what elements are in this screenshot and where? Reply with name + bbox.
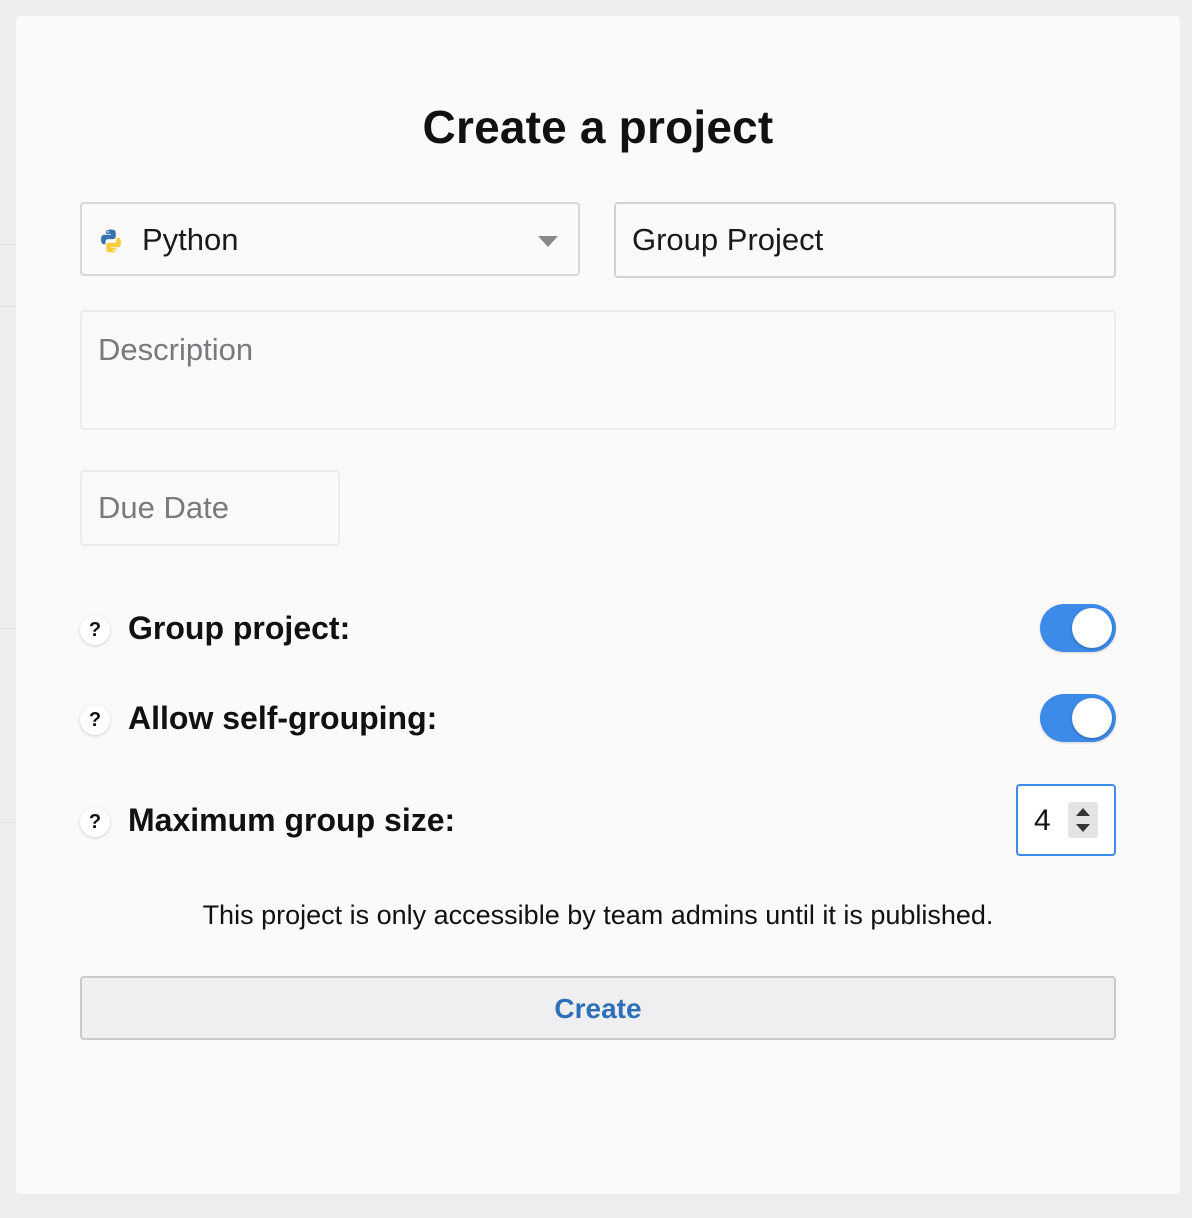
- max-group-size-row: ? Maximum group size: 4: [80, 784, 1116, 856]
- toggle-knob: [1072, 608, 1112, 648]
- max-group-size-stepper[interactable]: 4: [1016, 784, 1116, 856]
- create-button[interactable]: Create: [80, 976, 1116, 1040]
- background-divider: [0, 822, 16, 823]
- group-project-toggle[interactable]: [1040, 604, 1116, 652]
- stepper-value: 4: [1034, 804, 1051, 837]
- description-placeholder: Description: [98, 332, 254, 367]
- group-project-label: Group project:: [128, 610, 351, 646]
- background-divider: [0, 244, 16, 245]
- project-name-input[interactable]: Group Project: [614, 202, 1116, 278]
- due-date-placeholder: Due Date: [98, 490, 229, 525]
- python-icon: [101, 229, 121, 253]
- chevron-down-icon: [538, 236, 558, 247]
- due-date-input[interactable]: Due Date: [80, 470, 340, 546]
- group-project-row: ? Group project:: [80, 600, 1116, 660]
- toggle-knob: [1072, 698, 1112, 738]
- dialog-title: Create a project: [422, 101, 774, 153]
- help-icon[interactable]: ?: [80, 705, 110, 735]
- background-divider: [0, 628, 16, 629]
- chevron-up-icon[interactable]: [1076, 808, 1090, 816]
- language-select[interactable]: Python: [80, 202, 580, 276]
- chevron-down-icon[interactable]: [1076, 824, 1090, 832]
- background-divider: [0, 306, 16, 307]
- help-icon[interactable]: ?: [80, 807, 110, 837]
- description-textarea[interactable]: Description: [80, 310, 1116, 430]
- self-grouping-toggle[interactable]: [1040, 694, 1116, 742]
- self-grouping-row: ? Allow self-grouping:: [80, 690, 1116, 750]
- self-grouping-label: Allow self-grouping:: [128, 700, 438, 736]
- publish-notice: This project is only accessible by team …: [202, 900, 994, 930]
- help-icon[interactable]: ?: [80, 615, 110, 645]
- create-project-dialog: Create a project Python Group Project De…: [16, 16, 1180, 1194]
- max-group-size-label: Maximum group size:: [128, 802, 456, 838]
- stepper-spin-buttons[interactable]: [1068, 802, 1098, 838]
- language-select-value: Python: [142, 222, 239, 257]
